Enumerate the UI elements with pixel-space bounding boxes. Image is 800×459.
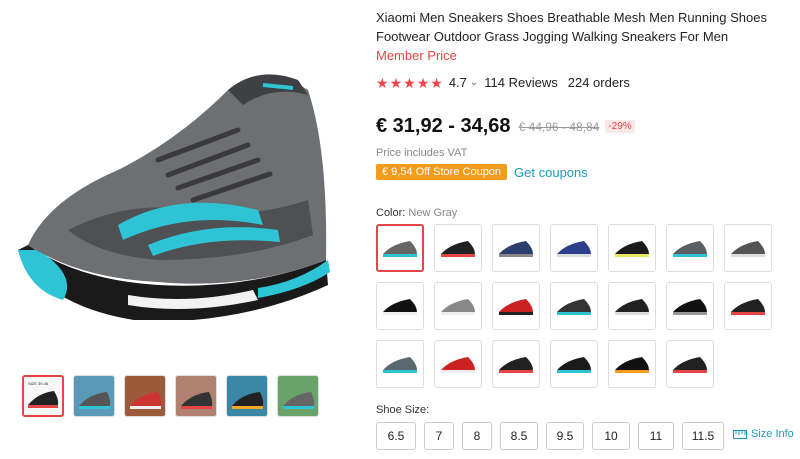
- thumbnail-strip: SIZE 39-46: [22, 375, 319, 417]
- color-label: Color: New Gray: [376, 207, 458, 219]
- reviews-link[interactable]: 114 Reviews: [484, 75, 557, 90]
- color-swatch[interactable]: [724, 282, 772, 330]
- main-product-image[interactable]: [0, 20, 345, 360]
- color-swatch[interactable]: [608, 340, 656, 388]
- color-swatch[interactable]: [608, 224, 656, 272]
- product-title: Xiaomi Men Sneakers Shoes Breathable Mes…: [376, 10, 767, 44]
- color-swatch[interactable]: [492, 282, 540, 330]
- shoe-thumbnail: [557, 241, 591, 257]
- sneaker-image: [17, 74, 330, 320]
- star-icon: ★: [403, 74, 416, 91]
- vat-note: Price includes VAT: [376, 147, 468, 159]
- selected-color: New Gray: [408, 207, 458, 219]
- shoe-thumbnail: [383, 357, 417, 373]
- star-icon: ★: [430, 74, 443, 91]
- discount-badge: -29%: [605, 120, 635, 133]
- shoe-thumbnail: [673, 299, 707, 315]
- store-coupon-badge[interactable]: € 9,54 Off Store Coupon: [376, 164, 508, 180]
- shoe-thumbnail: [499, 299, 533, 315]
- color-swatch[interactable]: [434, 282, 482, 330]
- size-option[interactable]: 7: [424, 422, 454, 450]
- get-coupons-link[interactable]: Get coupons: [514, 165, 588, 180]
- size-option[interactable]: 10: [592, 422, 630, 450]
- shoe-thumbnail: [441, 357, 475, 373]
- shoe-thumbnail: [499, 241, 533, 257]
- color-swatch[interactable]: [492, 340, 540, 388]
- thumbnail[interactable]: [124, 375, 166, 417]
- size-option[interactable]: 6.5: [376, 422, 416, 450]
- shoe-thumbnail: [615, 357, 649, 373]
- original-price: € 44,96 - 48,84: [518, 119, 600, 134]
- shoe-thumbnail: [615, 241, 649, 257]
- color-swatch[interactable]: [550, 224, 598, 272]
- color-swatch[interactable]: [724, 224, 772, 272]
- thumbnail[interactable]: [277, 375, 319, 417]
- size-option[interactable]: 11.5: [682, 422, 724, 450]
- color-swatch[interactable]: [550, 282, 598, 330]
- shoe-thumbnail: [673, 241, 707, 257]
- chevron-down-icon[interactable]: ⌄: [470, 77, 478, 88]
- size-info-link[interactable]: Size Info: [733, 428, 794, 440]
- shoe-thumbnail: [557, 299, 591, 315]
- thumbnail[interactable]: SIZE 39-46: [22, 375, 64, 417]
- orders-count: 224 orders: [567, 75, 630, 90]
- rating-row: ★ ★ ★ ★ ★ 4.7 ⌄ 114 Reviews 224 orders: [376, 75, 630, 90]
- product-gallery: SIZE 39-46: [0, 0, 345, 459]
- size-option[interactable]: 11: [638, 422, 674, 450]
- shoe-thumbnail: [441, 241, 475, 257]
- shoe-thumbnail: [557, 357, 591, 373]
- svg-text:SIZE 39-46: SIZE 39-46: [28, 381, 49, 386]
- color-swatch[interactable]: [376, 224, 424, 272]
- size-option[interactable]: 9.5: [546, 422, 584, 450]
- thumbnail[interactable]: [73, 375, 115, 417]
- thumbnail[interactable]: [226, 375, 268, 417]
- star-icon: ★: [389, 74, 403, 91]
- shoe-thumbnail: [615, 299, 649, 315]
- shoe-thumbnail: [383, 299, 417, 315]
- size-options: 6.5 7 8 8.5 9.5 10 11 11.5: [376, 422, 724, 450]
- color-swatch[interactable]: [434, 340, 482, 388]
- star-icon: ★: [416, 74, 430, 91]
- color-swatch[interactable]: [434, 224, 482, 272]
- color-swatch[interactable]: [666, 282, 714, 330]
- shoe-thumbnail: [499, 357, 533, 373]
- color-swatch[interactable]: [666, 224, 714, 272]
- ruler-icon: [733, 429, 747, 439]
- shoe-thumbnail: [731, 299, 765, 315]
- coupon-row: € 9,54 Off Store Coupon Get coupons: [376, 164, 588, 180]
- thumbnail[interactable]: [175, 375, 217, 417]
- shoe-thumbnail: [383, 241, 417, 257]
- member-price-label[interactable]: Member Price: [376, 48, 457, 63]
- current-price: € 31,92 - 34,68: [376, 115, 511, 137]
- color-swatch[interactable]: [666, 340, 714, 388]
- rating-value[interactable]: 4.7: [449, 75, 467, 90]
- color-swatch[interactable]: [376, 340, 424, 388]
- shoe-thumbnail: [441, 299, 475, 315]
- color-swatch[interactable]: [376, 282, 424, 330]
- shoe-thumbnail: [673, 357, 707, 373]
- price-row: € 31,92 - 34,68 € 44,96 - 48,84 -29%: [376, 115, 635, 138]
- color-swatch[interactable]: [550, 340, 598, 388]
- color-swatch[interactable]: [492, 224, 540, 272]
- size-option[interactable]: 8: [462, 422, 492, 450]
- size-option[interactable]: 8.5: [500, 422, 538, 450]
- color-swatch[interactable]: [608, 282, 656, 330]
- size-label: Shoe Size:: [376, 404, 430, 416]
- star-rating: ★ ★ ★ ★ ★: [376, 76, 443, 90]
- star-icon: ★: [376, 74, 389, 91]
- shoe-thumbnail: [731, 241, 765, 257]
